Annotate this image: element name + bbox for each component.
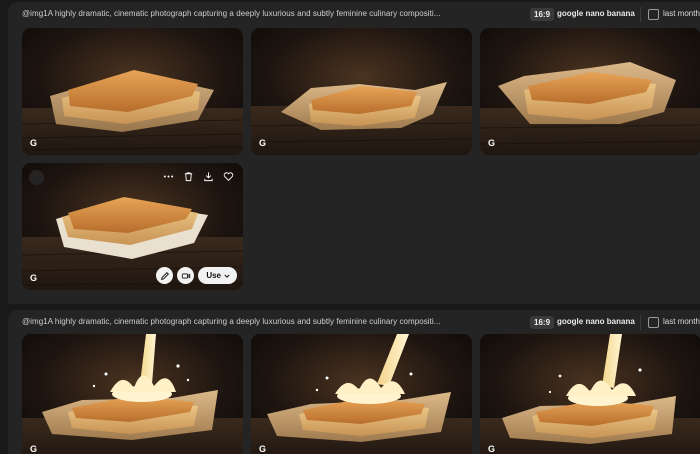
generated-image-tile[interactable]: G <box>22 28 243 155</box>
chevron-down-icon <box>224 274 230 278</box>
generated-image-tile[interactable]: G <box>22 334 243 454</box>
use-button-label: Use <box>206 271 221 280</box>
video-camera-icon <box>181 273 190 278</box>
pencil-icon <box>160 271 169 280</box>
date-filter-label: last month <box>663 317 700 326</box>
download-icon <box>204 172 213 182</box>
prompt-text[interactable]: @img1A highly dramatic, cinematic photog… <box>22 9 441 18</box>
download-button[interactable] <box>200 168 217 185</box>
prompt-text[interactable]: @img1A highly dramatic, cinematic photog… <box>22 317 441 326</box>
group-header: @img1A highly dramatic, cinematic photog… <box>8 2 700 26</box>
cake-cream-splash-image <box>22 334 243 454</box>
select-group-checkbox[interactable] <box>648 317 659 328</box>
model-g-icon: G <box>30 444 38 454</box>
generation-group-1: @img1A highly dramatic, cinematic photog… <box>8 2 700 304</box>
heart-icon <box>223 172 234 181</box>
model-g-icon: G <box>488 444 496 454</box>
aspect-ratio-badge: 16:9 <box>530 316 555 329</box>
generated-image-tile[interactable]: G <box>480 334 700 454</box>
edit-button[interactable] <box>156 267 174 284</box>
more-options-button[interactable] <box>160 168 177 185</box>
model-g-icon: G <box>259 444 267 454</box>
image-bottom-actions: Use <box>156 267 237 284</box>
cake-photo-image <box>251 28 472 155</box>
model-label: google nano banana <box>557 317 635 326</box>
delete-button[interactable] <box>180 168 197 185</box>
model-g-icon: G <box>30 138 38 148</box>
model-g-icon: G <box>488 138 496 148</box>
cake-photo-image <box>22 28 243 155</box>
select-group-checkbox[interactable] <box>648 9 659 20</box>
more-dots-icon <box>163 175 174 178</box>
generated-image-tile[interactable]: G <box>251 334 472 454</box>
header-divider <box>640 7 641 22</box>
use-button[interactable]: Use <box>198 267 237 284</box>
model-g-icon: G <box>30 273 38 283</box>
generated-image-tile[interactable]: G <box>480 28 700 155</box>
cake-cream-splash-image <box>251 334 472 454</box>
generated-image-tile[interactable]: G <box>251 28 472 155</box>
trash-icon <box>184 172 193 182</box>
generation-group-2: @img1A highly dramatic, cinematic photog… <box>8 310 700 454</box>
animate-video-button[interactable] <box>177 267 195 284</box>
generated-image-tile-hovered[interactable]: G Use <box>22 163 243 290</box>
favorite-button[interactable] <box>220 168 237 185</box>
date-filter-label: last month <box>663 9 700 18</box>
select-image-checkbox[interactable] <box>29 170 44 185</box>
model-label: google nano banana <box>557 9 635 18</box>
group-header: @img1A highly dramatic, cinematic photog… <box>8 310 700 334</box>
model-g-icon: G <box>259 138 267 148</box>
aspect-ratio-badge: 16:9 <box>530 8 555 21</box>
header-divider <box>640 315 641 330</box>
image-top-actions <box>160 168 237 185</box>
cake-cream-splash-image <box>480 334 700 454</box>
cake-photo-image <box>480 28 700 155</box>
